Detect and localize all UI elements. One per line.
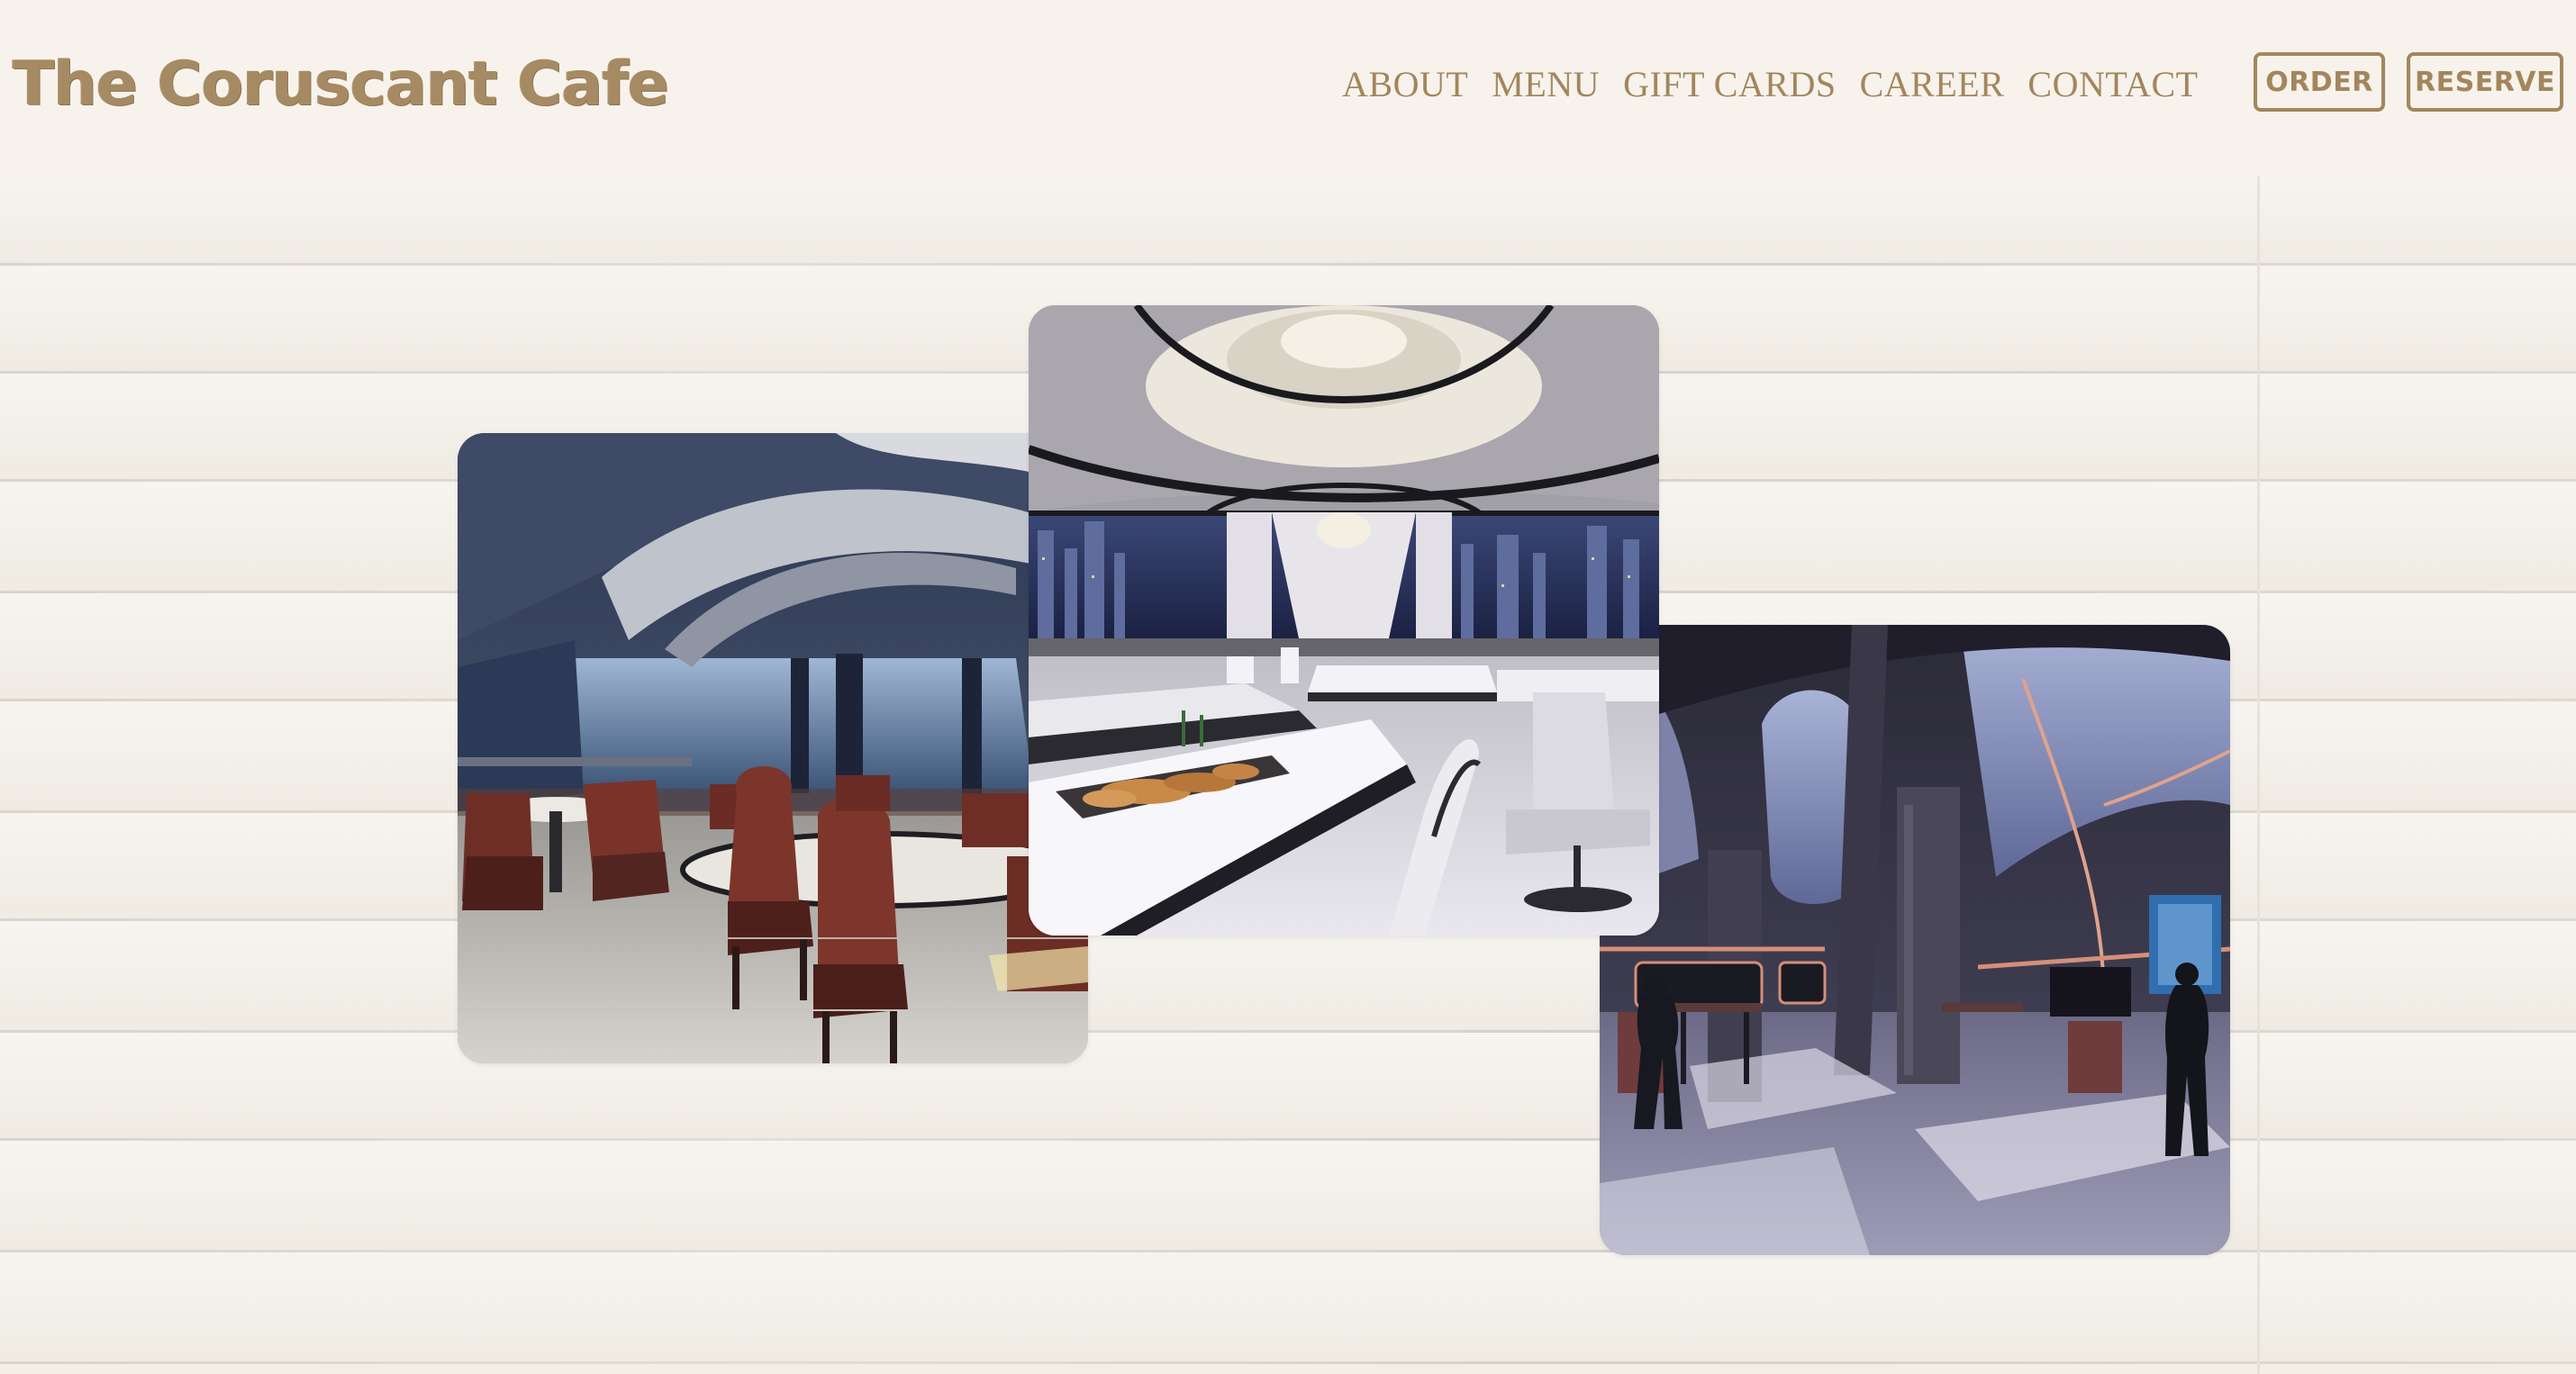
reserve-button[interactable]: RESERVE bbox=[2407, 52, 2563, 112]
dining-room-photo-right bbox=[1600, 625, 2230, 1255]
site-header: The Coruscant Cafe ABOUT MENU GIFT CARDS… bbox=[0, 0, 2576, 176]
order-button[interactable]: ORDER bbox=[2254, 52, 2385, 112]
nav-link-gift-cards[interactable]: GIFT CARDS bbox=[1623, 63, 1837, 105]
dining-room-photo-center bbox=[1029, 305, 1659, 936]
nav-link-about[interactable]: ABOUT bbox=[1342, 63, 1468, 105]
dining-room-photo-left bbox=[458, 433, 1088, 1063]
nav-link-menu[interactable]: MENU bbox=[1492, 63, 1600, 105]
main-nav: ABOUT MENU GIFT CARDS CAREER CONTACT bbox=[1342, 52, 2199, 115]
site-logo[interactable]: The Coruscant Cafe bbox=[13, 41, 669, 128]
nav-link-contact[interactable]: CONTACT bbox=[2027, 63, 2198, 105]
nav-link-career[interactable]: CAREER bbox=[1860, 63, 2005, 105]
plank-seam-line bbox=[0, 1361, 2576, 1364]
plank bbox=[0, 1252, 2576, 1361]
plank bbox=[0, 176, 2576, 263]
plank-vertical-seam bbox=[2257, 176, 2260, 1374]
